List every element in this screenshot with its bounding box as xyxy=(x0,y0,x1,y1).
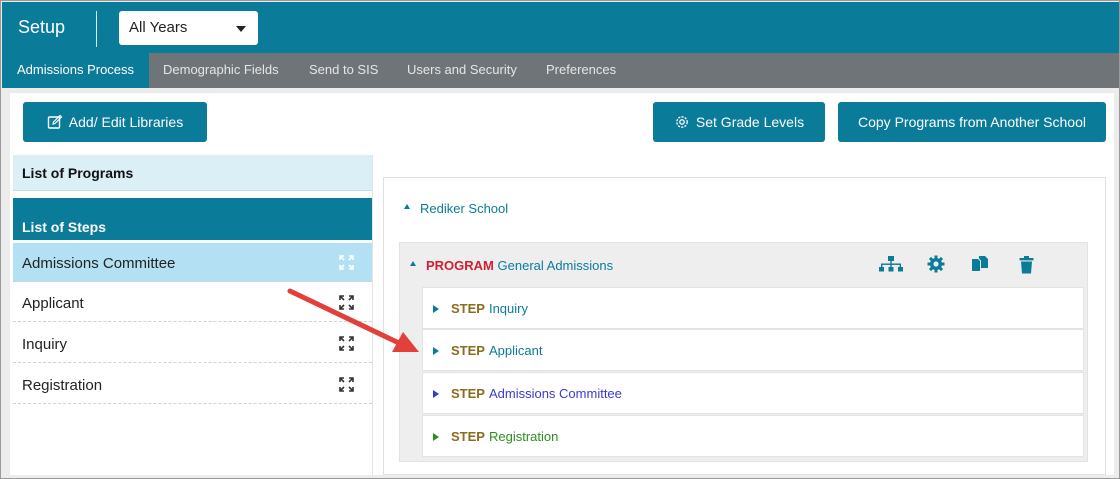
expand-triangle-icon[interactable] xyxy=(433,305,439,313)
panel-divider xyxy=(372,155,373,475)
expand-triangle-icon[interactable] xyxy=(433,390,439,398)
list-of-programs-header[interactable]: List of Programs xyxy=(13,155,372,191)
expand-icon[interactable] xyxy=(339,295,354,313)
tree-step-inquiry[interactable]: STEP Inquiry xyxy=(422,287,1084,329)
step-keyword: STEP xyxy=(451,386,485,401)
tab-users-and-security[interactable]: Users and Security xyxy=(394,53,530,88)
step-list-item-label: Inquiry xyxy=(22,336,68,353)
program-block: PROGRAM General Admissions STEP Inquiry … xyxy=(399,242,1088,462)
step-list-item-label: Registration xyxy=(22,377,103,394)
list-of-steps-header[interactable]: List of Steps xyxy=(13,198,372,240)
tab-demographic-fields[interactable]: Demographic Fields xyxy=(150,53,292,88)
copy-icon[interactable] xyxy=(971,255,989,276)
trash-icon[interactable] xyxy=(1019,256,1034,277)
step-name: Admissions Committee xyxy=(488,386,622,401)
step-keyword: STEP xyxy=(451,429,485,444)
tree-node-program[interactable]: PROGRAM General Admissions xyxy=(410,258,613,273)
expand-icon[interactable] xyxy=(339,336,354,354)
collapse-triangle-icon[interactable] xyxy=(410,261,416,266)
page-title: Setup xyxy=(18,17,66,37)
list-of-programs-label: List of Programs xyxy=(22,165,134,181)
expand-icon[interactable] xyxy=(339,377,354,395)
step-list-item-label: Admissions Committee xyxy=(22,255,176,272)
step-name: Registration xyxy=(488,429,559,444)
tab-admissions-process[interactable]: Admissions Process xyxy=(2,53,149,88)
expand-triangle-icon[interactable] xyxy=(433,347,439,355)
expand-icon[interactable] xyxy=(339,255,354,273)
step-name: Inquiry xyxy=(488,301,528,316)
add-edit-libraries-button[interactable]: Add/ Edit Libraries xyxy=(23,102,207,142)
tab-bar: Admissions Process Demographic Fields Se… xyxy=(2,53,1119,88)
gear-icon[interactable] xyxy=(927,255,945,276)
tab-preferences[interactable]: Preferences xyxy=(533,53,629,88)
step-list-item-label: Applicant xyxy=(22,295,84,312)
school-name: Rediker School xyxy=(420,201,509,216)
chevron-down-icon xyxy=(236,26,246,32)
step-list-item-registration[interactable]: Registration xyxy=(13,365,372,404)
org-chart-icon[interactable] xyxy=(878,255,904,276)
tree-step-registration[interactable]: STEP Registration xyxy=(422,415,1084,457)
top-bar: Setup All Years xyxy=(2,2,1119,53)
edit-icon xyxy=(47,114,63,129)
copy-programs-button[interactable]: Copy Programs from Another School xyxy=(838,102,1106,142)
program-tree-panel: Rediker School PROGRAM General Admission… xyxy=(383,177,1106,475)
step-list-item-inquiry[interactable]: Inquiry xyxy=(13,324,372,363)
tree-step-admissions-committee[interactable]: STEP Admissions Committee xyxy=(422,372,1084,414)
list-of-steps-label: List of Steps xyxy=(22,219,107,235)
expand-triangle-icon[interactable] xyxy=(433,433,439,441)
collapse-triangle-icon[interactable] xyxy=(404,204,410,209)
step-keyword: STEP xyxy=(451,301,485,316)
main-content: Add/ Edit Libraries Set Grade Levels Cop… xyxy=(10,93,1114,475)
add-edit-libraries-label: Add/ Edit Libraries xyxy=(68,114,184,130)
year-select[interactable]: All Years xyxy=(119,11,258,45)
gear-icon xyxy=(676,116,688,128)
set-grade-levels-button[interactable]: Set Grade Levels xyxy=(653,102,825,142)
step-list-item-applicant[interactable]: Applicant xyxy=(13,283,372,322)
app-frame: Setup All Years Admissions Process Demog… xyxy=(0,0,1120,479)
program-keyword: PROGRAM xyxy=(426,258,494,273)
set-grade-levels-label: Set Grade Levels xyxy=(695,114,805,130)
step-list-item-admissions-committee[interactable]: Admissions Committee xyxy=(13,243,372,282)
title-divider xyxy=(96,11,97,47)
step-name: Applicant xyxy=(488,343,543,358)
tree-node-school[interactable]: Rediker School xyxy=(404,201,508,216)
step-keyword: STEP xyxy=(451,343,485,358)
tab-send-to-sis[interactable]: Send to SIS xyxy=(296,53,391,88)
tree-step-applicant[interactable]: STEP Applicant xyxy=(422,329,1084,371)
year-select-value: All Years xyxy=(129,19,188,36)
program-name: General Admissions xyxy=(497,258,614,273)
